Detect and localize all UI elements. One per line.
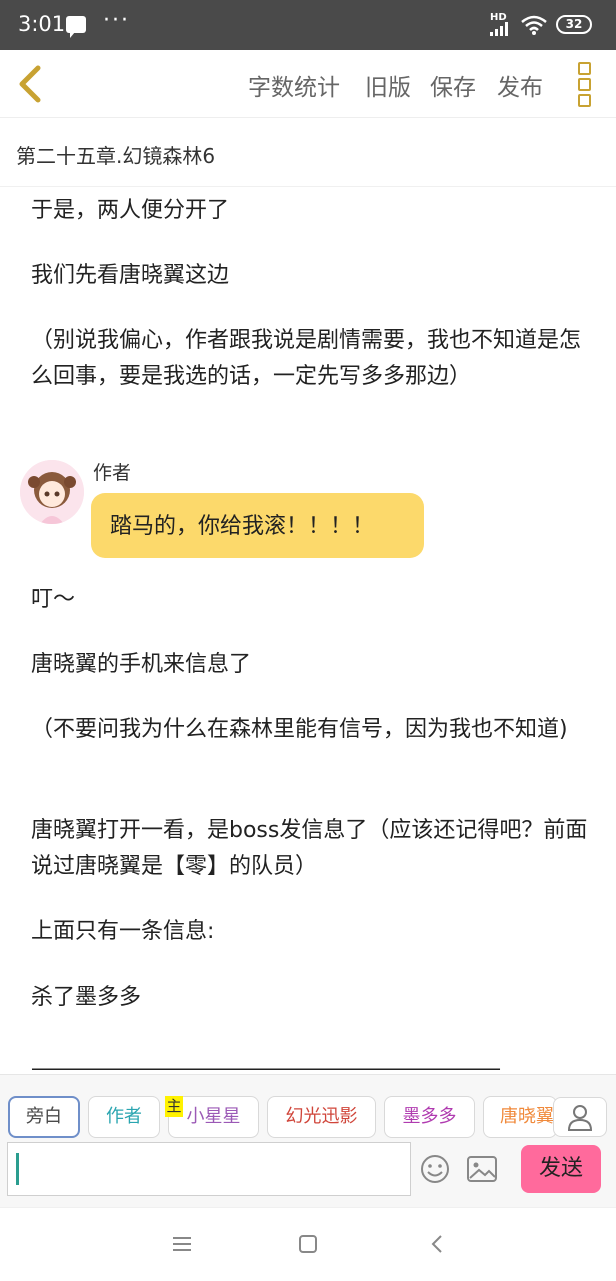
role-chip-huanguang-xunying[interactable]: 幻光迅影 — [267, 1096, 376, 1138]
role-chip-narrator[interactable]: 旁白 — [8, 1096, 80, 1138]
back-icon[interactable] — [426, 1232, 450, 1256]
home-icon[interactable] — [296, 1232, 320, 1256]
more-menu-icon[interactable] — [576, 60, 592, 107]
battery-indicator: 32 — [556, 15, 592, 34]
message-notification-icon — [66, 16, 86, 38]
dialog-text: 踏马的，你给我滚！！！！ — [110, 514, 375, 539]
story-paragraph: （不要问我为什么在森林里能有信号，因为我也不知道) — [31, 717, 568, 742]
system-nav-bar — [0, 1207, 616, 1281]
back-arrow-icon[interactable] — [14, 64, 46, 104]
story-paragraph: 于是，两人便分开了 — [31, 198, 230, 223]
wifi-icon — [521, 15, 547, 35]
message-input[interactable] — [7, 1142, 411, 1196]
story-paragraph: （别说我偏心，作者跟我说是剧情需要，我也不知道是怎么回事，要是我选的话，一定先写… — [31, 328, 582, 389]
role-chip-label: 小星星 — [186, 1106, 241, 1127]
add-role-button[interactable] — [553, 1097, 607, 1137]
role-chip-label: 墨多多 — [402, 1106, 457, 1127]
chapter-title[interactable]: 第二十五章.幻镜森林6 — [16, 140, 215, 169]
image-icon[interactable] — [466, 1155, 498, 1183]
save-button[interactable]: 保存 — [430, 68, 476, 102]
status-time: 3:01 — [18, 12, 66, 36]
menu-icon[interactable] — [170, 1232, 194, 1256]
role-chip-label: 唐晓翼 — [500, 1106, 554, 1127]
story-paragraph: 叮～ — [31, 587, 76, 612]
chapter-header: 第二十五章.幻镜森林6 — [0, 117, 616, 187]
story-paragraph: 我们先看唐晓翼这边 — [31, 263, 230, 288]
main-role-tag: 主 — [165, 1096, 183, 1117]
editor-toolbar: 字数统计 旧版 保存 发布 — [0, 50, 616, 116]
story-paragraph: 唐晓翼打开一看，是boss发信息了（应该还记得吧？前面说过唐晓翼是【零】的队员） — [31, 818, 588, 879]
send-button[interactable]: 发送 — [521, 1145, 601, 1193]
old-version-button[interactable]: 旧版 — [365, 68, 411, 102]
role-chip-label: 作者 — [106, 1106, 142, 1127]
more-notifications-icon: ··· — [103, 8, 130, 33]
story-paragraph: 杀了墨多多 — [31, 985, 142, 1010]
status-bar: 3:01 ··· HD 32 — [0, 0, 616, 50]
user-icon — [567, 1105, 593, 1131]
story-paragraph: 上面只有一条信息: — [31, 919, 215, 944]
story-paragraph: 唐晓翼的手机来信息了 — [31, 652, 252, 677]
author-avatar[interactable] — [20, 460, 84, 524]
word-count-button[interactable]: 字数统计 — [248, 68, 340, 102]
role-chip-author[interactable]: 作者 — [88, 1096, 160, 1138]
role-chip-tangxiaoyi[interactable]: 唐晓翼 — [483, 1096, 557, 1138]
dialog-speaker-name: 作者 — [93, 462, 132, 484]
role-chip-label: 旁白 — [26, 1106, 62, 1127]
publish-button[interactable]: 发布 — [497, 68, 543, 102]
emoji-icon[interactable] — [419, 1153, 451, 1185]
signal-icon — [490, 22, 508, 36]
role-chip-label: 幻光迅影 — [285, 1106, 358, 1127]
dialog-bubble[interactable]: 踏马的，你给我滚！！！！ — [91, 493, 424, 558]
avatar-image — [20, 460, 84, 524]
text-cursor — [16, 1153, 19, 1185]
role-chip-moduoduo[interactable]: 墨多多 — [384, 1096, 475, 1138]
